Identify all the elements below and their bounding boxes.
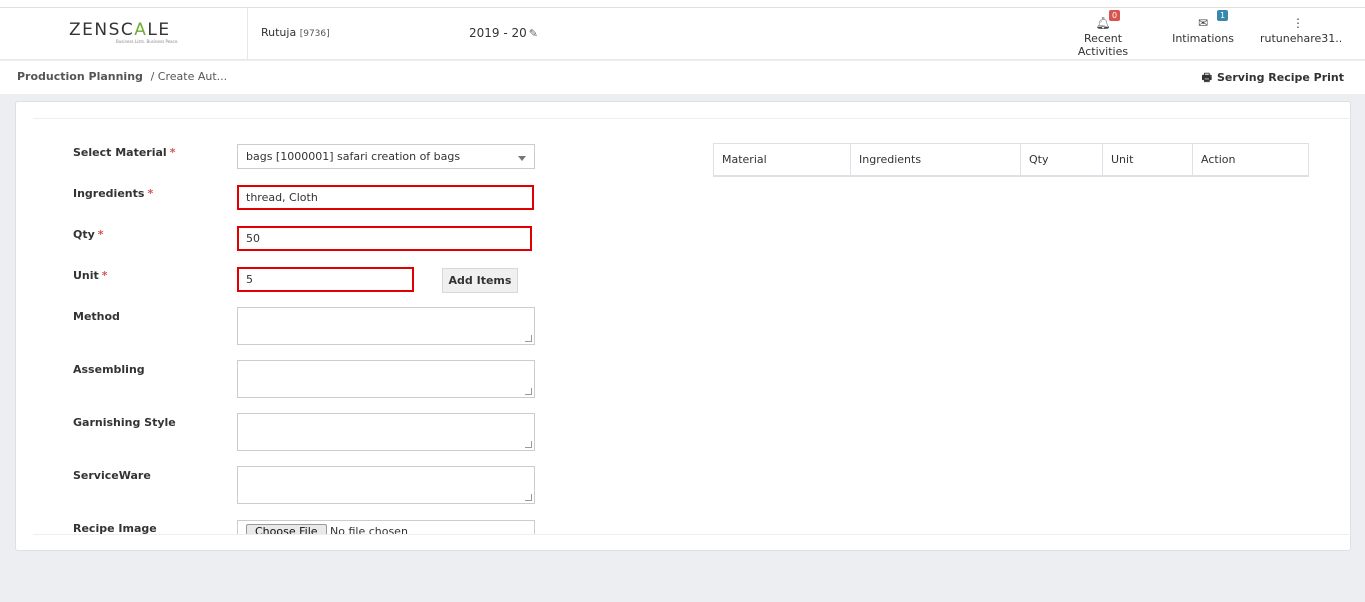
intimations-label: Intimations <box>1172 32 1234 45</box>
logo-container: ZENSCALE Business Lists. Business Peace. <box>0 8 248 60</box>
intimations-button[interactable]: ✉ 1 Intimations <box>1172 10 1234 45</box>
method-label: Method <box>73 310 120 323</box>
recipe-image-file-input[interactable]: Choose File No file chosen <box>237 520 535 535</box>
user-info: Rutuja [9736] <box>261 26 330 39</box>
col-action: Action <box>1192 143 1309 177</box>
breadcrumb-bar: Production Planning / Create Aut... 🖶 Ser… <box>0 61 1365 94</box>
unit-label: Unit * <box>73 269 108 282</box>
breadcrumb: Production Planning / Create Aut... <box>17 70 227 83</box>
top-strip <box>0 0 1365 8</box>
user-name: Rutuja <box>261 26 297 39</box>
unit-input[interactable]: 5 <box>237 267 414 292</box>
serviceware-label: ServiceWare <box>73 469 151 482</box>
bell-icon: 🔔︎ 0 <box>1060 10 1146 32</box>
account-menu[interactable]: ⋮ rutunehare31.. <box>1260 16 1342 45</box>
account-label: rutunehare31.. <box>1260 32 1343 45</box>
breadcrumb-root[interactable]: Production Planning <box>17 70 143 83</box>
user-id: [9736] <box>299 29 330 39</box>
table-header-row: Material Ingredients Qty Unit Action <box>713 143 1309 177</box>
breadcrumb-current: / Create Aut... <box>150 70 228 83</box>
assembling-textarea[interactable] <box>237 360 535 398</box>
recipe-form-panel: Select Material * bags [1000001] safari c… <box>15 101 1351 551</box>
envelope-icon: ✉ 1 <box>1172 10 1234 32</box>
material-label: Select Material * <box>73 146 176 159</box>
printer-icon: 🖶 <box>1201 71 1212 84</box>
chevron-down-icon <box>518 156 526 161</box>
zenscale-logo[interactable]: ZENSCALE <box>69 20 171 40</box>
add-items-button[interactable]: Add Items <box>442 268 518 293</box>
material-select[interactable]: bags [1000001] safari creation of bags <box>237 144 535 169</box>
qty-input[interactable]: 50 <box>237 226 532 251</box>
print-label: Serving Recipe Print <box>1216 71 1344 84</box>
col-ingredients: Ingredients <box>850 143 1021 177</box>
ingredients-label: Ingredients * <box>73 187 154 200</box>
serviceware-textarea[interactable] <box>237 466 535 504</box>
logo-tagline: Business Lists. Business Peace. <box>116 39 179 44</box>
garnishing-style-textarea[interactable] <box>237 413 535 451</box>
recent-activities-badge: 0 <box>1109 10 1121 21</box>
qty-label: Qty * <box>73 228 104 241</box>
material-value: bags [1000001] safari creation of bags <box>246 150 461 163</box>
financial-year-label: 2019 - 20 <box>469 26 527 40</box>
divider <box>33 118 1351 119</box>
ingredients-input[interactable]: thread, Cloth <box>237 185 534 210</box>
method-textarea[interactable] <box>237 307 535 345</box>
col-unit: Unit <box>1102 143 1193 177</box>
app-header: ZENSCALE Business Lists. Business Peace.… <box>0 8 1365 60</box>
assembling-label: Assembling <box>73 363 145 376</box>
serving-recipe-print-button[interactable]: 🖶 Serving Recipe Print <box>1202 69 1344 88</box>
recent-activities-button[interactable]: 🔔︎ 0 Recent Activities <box>1060 10 1146 58</box>
more-vertical-icon: ⋮ <box>1292 16 1304 30</box>
edit-icon[interactable]: ✎ <box>529 27 538 40</box>
col-qty: Qty <box>1020 143 1103 177</box>
intimations-badge: 1 <box>1217 10 1229 21</box>
garnishing-style-label: Garnishing Style <box>73 416 176 429</box>
recent-activities-label: Recent Activities <box>1077 32 1129 58</box>
items-table: Material Ingredients Qty Unit Action <box>713 143 1309 177</box>
divider <box>33 534 1351 535</box>
financial-year[interactable]: 2019 - 20 ✎ <box>469 26 538 40</box>
col-material: Material <box>713 143 851 177</box>
